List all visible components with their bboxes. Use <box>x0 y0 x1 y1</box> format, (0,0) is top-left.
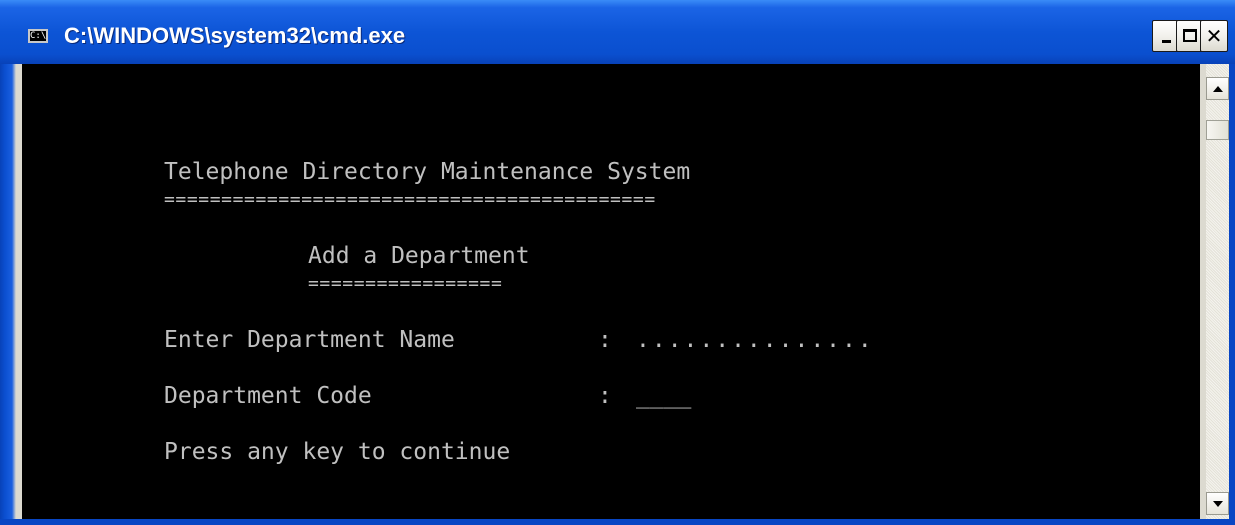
scroll-up-button[interactable] <box>1206 77 1229 100</box>
window-title: C:\WINDOWS\system32\cmd.exe <box>64 23 406 48</box>
window-frame-bottom <box>0 519 1235 525</box>
app-title: Telephone Directory Maintenance System <box>164 159 691 185</box>
window-frame-right <box>1229 64 1235 525</box>
close-icon: ✕ <box>1205 24 1223 48</box>
console-output[interactable]: Telephone Directory Maintenance System =… <box>22 64 1200 519</box>
scroll-down-button[interactable] <box>1206 492 1229 515</box>
arrow-up-icon <box>1213 86 1223 92</box>
department-name-field[interactable]: ............... <box>636 326 874 354</box>
console-window: C:\ C:\WINDOWS\system32\cmd.exe ✕ Teleph… <box>0 0 1235 525</box>
minimize-icon <box>1162 40 1171 43</box>
section-title-underline: ================= <box>308 273 503 294</box>
maximize-icon <box>1183 29 1197 42</box>
title-bar[interactable]: C:\ C:\WINDOWS\system32\cmd.exe ✕ <box>0 0 1235 64</box>
close-button[interactable]: ✕ <box>1200 20 1228 52</box>
arrow-down-icon <box>1213 501 1223 507</box>
scroll-thumb[interactable] <box>1206 120 1229 140</box>
continue-prompt: Press any key to continue <box>164 439 511 465</box>
department-code-colon: : <box>598 383 612 409</box>
cmd-icon[interactable]: C:\ <box>28 29 48 43</box>
app-title-underline: ========================================… <box>164 189 656 210</box>
department-code-label: Department Code <box>164 383 372 409</box>
department-name-colon: : <box>598 327 612 353</box>
department-code-field[interactable]: ____ <box>636 382 691 410</box>
section-title: Add a Department <box>308 243 530 269</box>
window-frame-left <box>0 64 22 525</box>
department-name-label: Enter Department Name <box>164 327 455 353</box>
